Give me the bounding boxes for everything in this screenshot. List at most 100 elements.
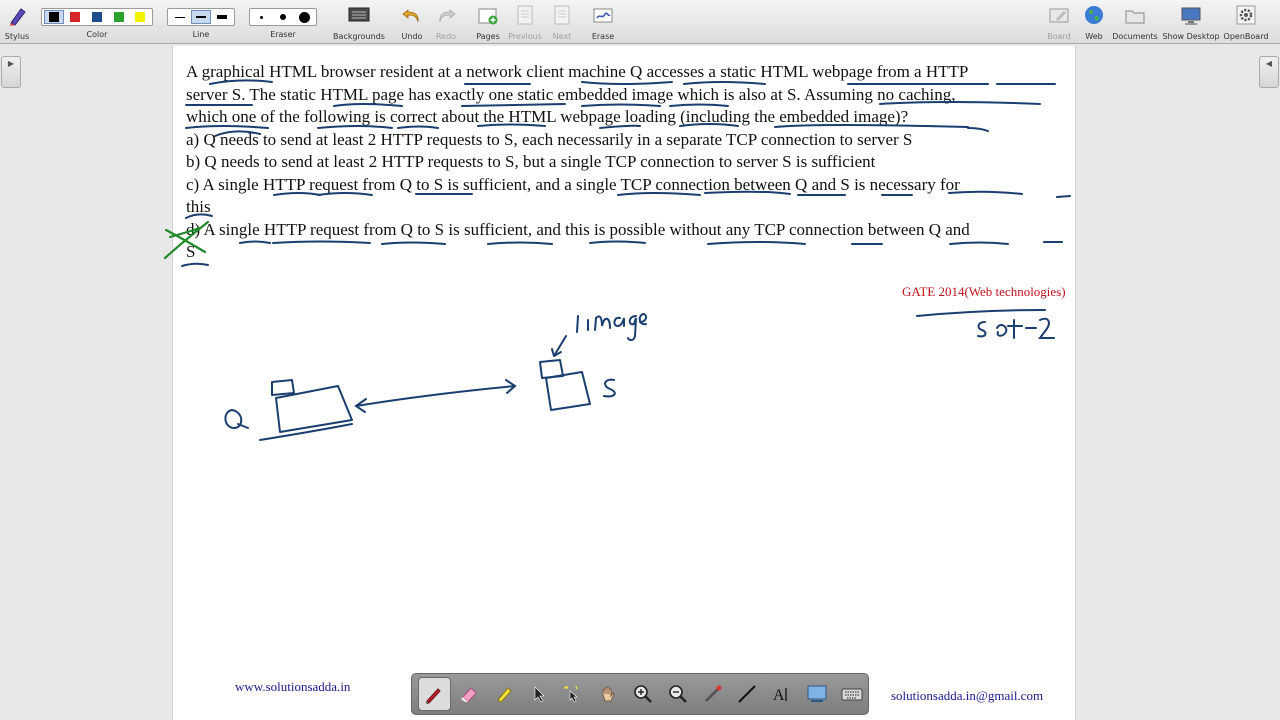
sparkle-hand-icon	[564, 685, 579, 703]
interact-tool-button[interactable]	[557, 677, 590, 711]
eraser-large-button[interactable]	[295, 10, 314, 24]
option-a: a) Q needs to send at least 2 HTTP reque…	[186, 129, 913, 149]
board-mode-button[interactable]: Board	[1045, 2, 1073, 42]
footer-website: www.solutionsadda.in	[235, 679, 351, 694]
right-panel-toggle[interactable]: ◀	[1259, 56, 1279, 88]
desktop-icon	[1181, 7, 1201, 25]
erase-label: Erase	[591, 32, 615, 41]
backgrounds-icon	[348, 7, 370, 22]
hand-tool-button[interactable]	[592, 677, 625, 711]
laser-pointer-tool-button[interactable]	[696, 677, 729, 711]
pen-tool-button[interactable]	[418, 677, 451, 711]
web-label: Web	[1085, 32, 1103, 41]
folder-icon	[1125, 10, 1145, 24]
board-icon	[1049, 8, 1069, 23]
line-thick-button[interactable]	[213, 10, 232, 24]
expand-right-icon: ◀	[1265, 59, 1273, 68]
tool-dock: A	[411, 673, 869, 715]
expand-left-icon: ▶	[7, 59, 15, 68]
documents-button[interactable]: Documents	[1112, 2, 1158, 42]
question-stem-line: A graphical HTML browser resident at a n…	[186, 62, 969, 81]
eraser-size-palette	[249, 8, 317, 26]
openboard-label: OpenBoard	[1223, 32, 1269, 41]
stylus-icon	[10, 8, 26, 26]
undo-button[interactable]: Undo	[398, 2, 426, 42]
redo-icon	[439, 9, 456, 23]
line-tool-button[interactable]	[731, 677, 764, 711]
eraser-icon	[461, 687, 477, 703]
text-tool-button[interactable]: A	[766, 677, 799, 711]
line-icon	[738, 685, 756, 703]
documents-label: Documents	[1112, 32, 1158, 41]
board-label: Board	[1047, 32, 1071, 41]
option-b: b) Q needs to send at least 2 HTTP reque…	[186, 152, 876, 171]
gear-icon	[1236, 5, 1256, 25]
globe-icon	[1085, 6, 1103, 24]
openboard-menu-button[interactable]: OpenBoard	[1222, 2, 1270, 42]
hand-icon	[602, 686, 615, 702]
question-stem-line: server S. The static HTML page has exact…	[186, 84, 956, 104]
keyboard-tool-button[interactable]	[835, 677, 868, 711]
next-label: Next	[552, 32, 572, 41]
redo-label: Redo	[435, 32, 457, 41]
selector-tool-button[interactable]	[522, 677, 555, 711]
undo-label: Undo	[401, 32, 423, 41]
screen-capture-icon	[807, 685, 827, 702]
color-swatch-yellow[interactable]	[130, 10, 150, 24]
show-desktop-label: Show Desktop	[1162, 32, 1220, 41]
line-width-palette	[167, 8, 235, 26]
main-toolbar: Stylus Color Line Eraser Backgrounds Und	[0, 0, 1280, 44]
option-c-continued: this	[186, 197, 211, 216]
color-palette	[41, 8, 153, 26]
color-swatch-green[interactable]	[109, 10, 129, 24]
stylus-label: Stylus	[4, 32, 30, 41]
redo-button[interactable]: Redo	[432, 2, 460, 42]
erase-button[interactable]: Erase	[589, 2, 617, 42]
pages-label: Pages	[476, 32, 500, 41]
line-medium-button[interactable]	[191, 10, 211, 24]
line-thin-button[interactable]	[170, 10, 189, 24]
option-d-continued: S	[186, 242, 196, 261]
option-d: d) A single HTTP request from Q to S is …	[186, 219, 970, 239]
zoom-out-tool-button[interactable]	[661, 677, 694, 711]
marker-tool-button[interactable]	[488, 677, 521, 711]
backgrounds-button[interactable]: Backgrounds	[333, 2, 385, 42]
stylus-button[interactable]: Stylus	[3, 2, 31, 42]
exam-source-tag: GATE 2014(Web technologies)	[902, 284, 1066, 299]
show-desktop-button[interactable]: Show Desktop	[1162, 2, 1220, 42]
web-mode-button[interactable]: Web	[1080, 2, 1108, 42]
pen-icon	[426, 688, 442, 705]
eraser-label: Eraser	[270, 30, 296, 39]
zoom-in-icon	[634, 685, 652, 703]
eraser-small-button[interactable]	[252, 10, 271, 24]
marker-icon	[497, 687, 512, 703]
previous-label: Previous	[508, 32, 542, 41]
add-page-icon	[478, 8, 498, 25]
line-label: Line	[192, 30, 210, 39]
pointer-arrow-icon	[534, 686, 545, 703]
backgrounds-label: Backgrounds	[333, 32, 385, 41]
erase-page-icon	[593, 8, 613, 23]
capture-tool-button[interactable]	[800, 677, 833, 711]
previous-page-icon	[517, 5, 533, 25]
board-page[interactable]: A graphical HTML browser resident at a n…	[172, 46, 1076, 720]
question-text: A graphical HTML browser resident at a n…	[186, 61, 1066, 264]
laser-pointer-icon	[704, 685, 722, 703]
question-stem-line: which one of the following is correct ab…	[186, 107, 909, 126]
color-swatch-black[interactable]	[44, 10, 64, 24]
next-page-button[interactable]: Next	[548, 2, 576, 42]
footer-email: solutionsadda.in@gmail.com	[891, 688, 1044, 703]
color-swatch-red[interactable]	[66, 10, 86, 24]
left-panel-toggle[interactable]: ▶	[1, 56, 21, 88]
zoom-in-tool-button[interactable]	[627, 677, 660, 711]
next-page-icon	[554, 5, 570, 25]
option-c: c) A single HTTP request from Q to S is …	[186, 174, 960, 194]
svg-text:A: A	[773, 687, 785, 704]
color-swatch-blue[interactable]	[87, 10, 107, 24]
text-icon: A	[773, 687, 787, 704]
pages-button[interactable]: Pages	[474, 2, 502, 42]
previous-page-button[interactable]: Previous	[508, 2, 542, 42]
eraser-tool-button[interactable]	[453, 677, 486, 711]
eraser-medium-button[interactable]	[273, 10, 292, 24]
undo-icon	[402, 9, 419, 23]
